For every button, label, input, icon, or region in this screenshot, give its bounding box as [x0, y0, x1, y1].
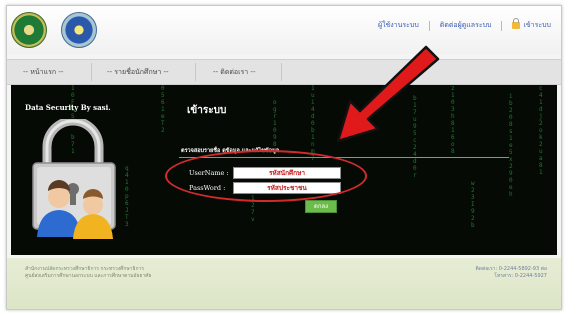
matrix-rain-decoration: 0 5 6 1 e T 2: [161, 85, 165, 134]
login-banner: 1 0 F 1 S 0 b 7 1 0 5 6 1 e T 2 o g r 1 …: [11, 85, 557, 255]
nav-divider: [91, 63, 92, 81]
red-pointer-arrow-icon: [336, 45, 440, 143]
divider: [428, 20, 430, 31]
matrix-rain-decoration: 1 u i 4 d 0 b 1 n m 7: [311, 85, 315, 162]
highlight-ellipse: [165, 150, 367, 202]
lock-icon: [512, 17, 521, 29]
footer-left-line: ศูนย์ส่งเสริมการศึกษานอกระบบ และการศึกษา…: [25, 273, 152, 279]
agency-logo-icon: [11, 12, 47, 48]
matrix-rain-decoration: w 2 3 I 9 2 b: [471, 180, 475, 229]
login-heading: เข้าระบบ: [187, 105, 227, 116]
link-login[interactable]: เข้าระบบ: [512, 17, 551, 31]
matrix-rain-decoration: c 4 1 d j 2 o k 2 u a 8 1: [539, 85, 543, 176]
browser-page: ผู้ใช้งานระบบ ติดต่อผู้ดูแลระบบ เข้าระบบ…: [6, 5, 562, 310]
link-contact-admin[interactable]: ติดต่อผู้ดูแลระบบ: [440, 20, 492, 31]
nav-divider: [195, 63, 196, 81]
login-submit-button[interactable]: ตกลง: [305, 200, 337, 213]
nav-divider: [281, 63, 282, 81]
school-seal-icon: [61, 12, 97, 48]
data-security-title: Data Security By sasi.: [25, 103, 111, 112]
nav-item-contact[interactable]: -- ติดต่อเรา --: [213, 67, 255, 78]
matrix-rain-decoration: i b 2 0 8 s 1 e 5 x 2 9 0 e h: [509, 93, 513, 198]
footer-right-line: โทรสาร: 0-2244-5927: [494, 273, 547, 279]
link-users[interactable]: ผู้ใช้งานระบบ: [378, 20, 419, 31]
footer-right-line: ติดต่อเรา: 0-2244-5892-93 ต่อ: [475, 266, 547, 272]
matrix-rain-decoration: o g r 1 0 9 8: [273, 99, 277, 148]
main-nav: -- หน้าแรก -- -- รายชื่อนักศึกษา -- -- ต…: [7, 59, 561, 85]
site-header: ผู้ใช้งานระบบ ติดต่อผู้ดูแลระบบ เข้าระบบ: [7, 6, 561, 54]
footer-contact: ติดต่อเรา: 0-2244-5892-93 ต่อ โทรสาร: 0-…: [476, 266, 547, 280]
footer-address: สำนักงานปลัดกระทรวงศึกษาธิการ กระทรวงศึก…: [25, 266, 151, 280]
nav-item-student-list[interactable]: -- รายชื่อนักศึกษา --: [107, 67, 169, 78]
top-links: ผู้ใช้งานระบบ ติดต่อผู้ดูแลระบบ เข้าระบบ: [378, 17, 551, 31]
nav-item-home[interactable]: -- หน้าแรก --: [23, 67, 63, 78]
link-login-label: เข้าระบบ: [523, 21, 551, 29]
site-footer: สำนักงานปลัดกระทรวงศึกษาธิการ กระทรวงศึก…: [7, 258, 561, 309]
matrix-rain-decoration: z 1 0 3 h 8 1 6 o 8: [451, 85, 455, 155]
padlock-users-icon: [25, 116, 129, 239]
divider: [501, 20, 503, 31]
footer-left-line: สำนักงานปลัดกระทรวงศึกษาธิการ กระทรวงศึก…: [25, 266, 145, 272]
